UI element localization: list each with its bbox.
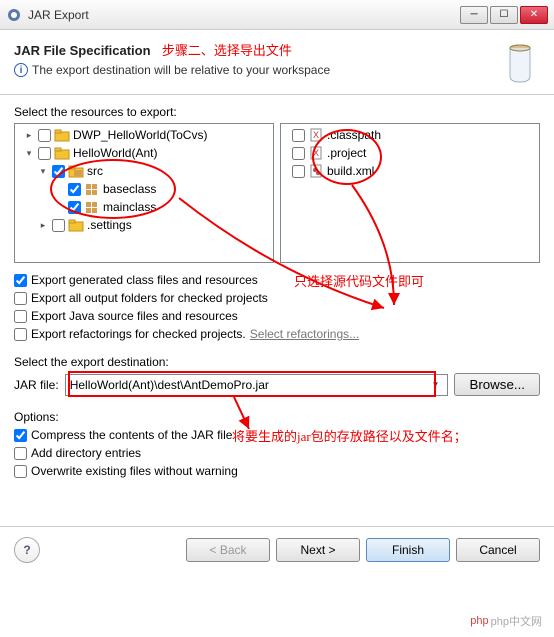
opt-output-folders-checkbox[interactable] — [14, 292, 27, 305]
info-icon: i — [14, 63, 28, 77]
tree-item[interactable]: baseclass — [15, 180, 273, 198]
tree-checkbox[interactable] — [292, 129, 305, 142]
opt-add-dir[interactable]: Add directory entries — [14, 446, 540, 460]
opt-compress-checkbox[interactable] — [14, 429, 27, 442]
tree-checkbox[interactable] — [38, 147, 51, 160]
jar-file-label: JAR file: — [14, 378, 59, 392]
tree-item[interactable]: ▾ src — [15, 162, 273, 180]
next-button[interactable]: Next > — [276, 538, 360, 562]
tree-item[interactable]: ▾ HelloWorld(Ant) — [15, 144, 273, 162]
ant-file-icon — [308, 164, 324, 178]
file-tree[interactable]: X .classpath X .project build.xml — [280, 123, 540, 263]
tree-label: build.xml — [327, 164, 374, 178]
opt-compress[interactable]: Compress the contents of the JAR file — [14, 428, 540, 442]
tree-item[interactable]: ▸ .settings — [15, 216, 273, 234]
opt-java-source-checkbox[interactable] — [14, 310, 27, 323]
tree-label: src — [87, 164, 103, 178]
tree-item[interactable]: X .classpath — [281, 126, 539, 144]
tree-label: mainclass — [103, 200, 156, 214]
x-file-icon: X — [308, 146, 324, 160]
jar-file-combo[interactable]: ▼ — [65, 374, 449, 396]
project-icon — [54, 146, 70, 160]
tree-label: baseclass — [103, 182, 156, 196]
tree-item[interactable]: ▸ DWP_HelloWorld(ToCvs) — [15, 126, 273, 144]
tree-checkbox[interactable] — [52, 219, 65, 232]
x-file-icon: X — [308, 128, 324, 142]
src-folder-icon — [68, 164, 84, 178]
tree-item[interactable]: mainclass — [15, 198, 273, 216]
expand-icon[interactable]: ▸ — [37, 220, 49, 231]
annotation-step: 步骤二、选择导出文件 — [162, 43, 292, 58]
package-icon — [84, 200, 100, 214]
watermark: phpphp中文网 — [470, 613, 542, 629]
svg-text:X: X — [313, 148, 319, 158]
folder-icon — [68, 218, 84, 232]
jar-file-input[interactable] — [70, 378, 428, 392]
footer: ? < Back Next > Finish Cancel phpphp中文网 — [0, 526, 554, 573]
tree-label: HelloWorld(Ant) — [73, 146, 157, 160]
options-label: Options: — [14, 410, 540, 424]
cancel-button[interactable]: Cancel — [456, 538, 540, 562]
destination-label: Select the export destination: — [14, 355, 540, 369]
tree-label: .project — [327, 146, 366, 160]
tree-checkbox[interactable] — [38, 129, 51, 142]
tree-item[interactable]: X .project — [281, 144, 539, 162]
expand-icon[interactable]: ▾ — [23, 148, 35, 159]
opt-refactorings[interactable]: Export refactorings for checked projects… — [14, 327, 540, 341]
svg-text:X: X — [313, 130, 319, 140]
tree-checkbox[interactable] — [292, 147, 305, 160]
window-title: JAR Export — [28, 8, 460, 22]
expand-icon[interactable]: ▾ — [37, 166, 49, 177]
tree-item[interactable]: build.xml — [281, 162, 539, 180]
opt-generated-checkbox[interactable] — [14, 274, 27, 287]
browse-button[interactable]: Browse... — [454, 373, 540, 396]
tree-label: .settings — [87, 218, 132, 232]
tree-checkbox[interactable] — [292, 165, 305, 178]
jar-icon — [500, 40, 540, 84]
project-icon — [54, 128, 70, 142]
tree-label: DWP_HelloWorld(ToCvs) — [73, 128, 207, 142]
tree-checkbox[interactable] — [68, 201, 81, 214]
app-icon — [6, 7, 22, 23]
page-subtitle: The export destination will be relative … — [32, 63, 330, 77]
opt-java-source[interactable]: Export Java source files and resources — [14, 309, 540, 323]
opt-overwrite[interactable]: Overwrite existing files without warning — [14, 464, 540, 478]
back-button[interactable]: < Back — [186, 538, 270, 562]
resources-label: Select the resources to export: — [14, 105, 540, 119]
opt-refactorings-checkbox[interactable] — [14, 328, 27, 341]
opt-output-folders[interactable]: Export all output folders for checked pr… — [14, 291, 540, 305]
tree-label: .classpath — [327, 128, 381, 142]
tree-checkbox[interactable] — [68, 183, 81, 196]
tree-checkbox[interactable] — [52, 165, 65, 178]
opt-overwrite-checkbox[interactable] — [14, 465, 27, 478]
help-button[interactable]: ? — [14, 537, 40, 563]
package-icon — [84, 182, 100, 196]
select-refactorings-link[interactable]: Select refactorings... — [250, 327, 359, 341]
dialog-header: JAR File Specification 步骤二、选择导出文件 i The … — [0, 30, 554, 95]
titlebar: JAR Export ─ ☐ ✕ — [0, 0, 554, 30]
opt-generated[interactable]: Export generated class files and resourc… — [14, 273, 540, 287]
page-title: JAR File Specification — [14, 43, 151, 58]
expand-icon[interactable]: ▸ — [23, 130, 35, 141]
chevron-down-icon[interactable]: ▼ — [428, 380, 444, 389]
opt-add-dir-checkbox[interactable] — [14, 447, 27, 460]
close-button[interactable]: ✕ — [520, 6, 548, 24]
maximize-button[interactable]: ☐ — [490, 6, 518, 24]
minimize-button[interactable]: ─ — [460, 6, 488, 24]
project-tree[interactable]: ▸ DWP_HelloWorld(ToCvs) ▾ HelloWorld(Ant) ▾ s… — [14, 123, 274, 263]
finish-button[interactable]: Finish — [366, 538, 450, 562]
